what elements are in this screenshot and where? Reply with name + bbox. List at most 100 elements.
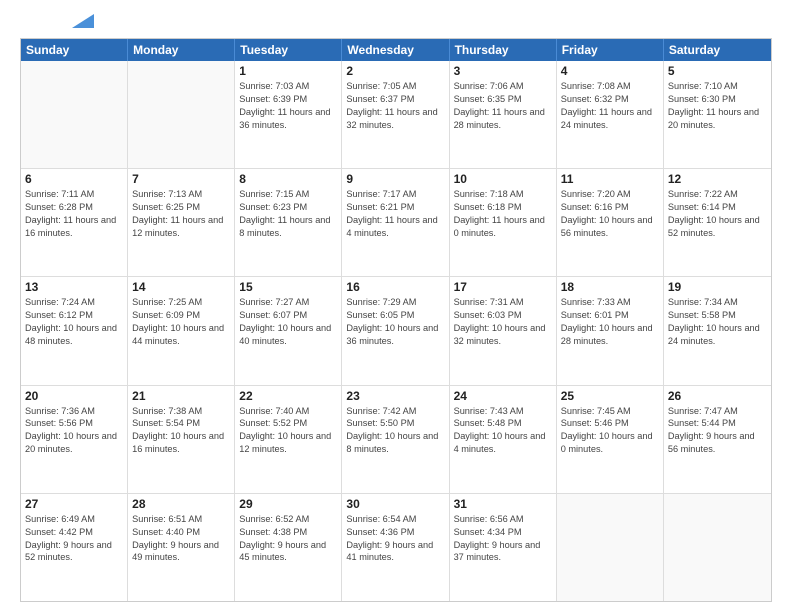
day-number: 16 — [346, 280, 444, 294]
cell-text: Sunrise: 7:08 AMSunset: 6:32 PMDaylight:… — [561, 80, 659, 132]
day-number: 1 — [239, 64, 337, 78]
week-row-2: 6 Sunrise: 7:11 AMSunset: 6:28 PMDaylight… — [21, 168, 771, 276]
cell-text: Sunrise: 7:25 AMSunset: 6:09 PMDaylight:… — [132, 296, 230, 348]
day-cell-12: 12 Sunrise: 7:22 AMSunset: 6:14 PMDayligh… — [664, 169, 771, 276]
cell-text: Sunrise: 7:33 AMSunset: 6:01 PMDaylight:… — [561, 296, 659, 348]
cell-text: Sunrise: 7:15 AMSunset: 6:23 PMDaylight:… — [239, 188, 337, 240]
day-number: 22 — [239, 389, 337, 403]
cell-text: Sunrise: 7:22 AMSunset: 6:14 PMDaylight:… — [668, 188, 767, 240]
cell-text: Sunrise: 7:43 AMSunset: 5:48 PMDaylight:… — [454, 405, 552, 457]
day-number: 20 — [25, 389, 123, 403]
day-cell-10: 10Sunrise: 7:18 AMSunset: 6:18 PMDayligh… — [450, 169, 557, 276]
day-cell-23: 23 Sunrise: 7:42 AMSunset: 5:50 PMDayligh… — [342, 386, 449, 493]
cell-text: Sunrise: 7:27 AMSunset: 6:07 PMDaylight:… — [239, 296, 337, 348]
day-cell-1: 1 Sunrise: 7:03 AMSunset: 6:39 PMDaylight… — [235, 61, 342, 168]
day-number: 25 — [561, 389, 659, 403]
day-number: 14 — [132, 280, 230, 294]
cell-text: Sunrise: 7:13 AMSunset: 6:25 PMDaylight:… — [132, 188, 230, 240]
day-number: 31 — [454, 497, 552, 511]
cell-text: Sunrise: 7:36 AMSunset: 5:56 PMDaylight:… — [25, 405, 123, 457]
day-number: 2 — [346, 64, 444, 78]
day-cell-21: 21Sunrise: 7:38 AMSunset: 5:54 PMDayligh… — [128, 386, 235, 493]
day-cell-7: 7 Sunrise: 7:13 AMSunset: 6:25 PMDaylight… — [128, 169, 235, 276]
day-cell-24: 24Sunrise: 7:43 AMSunset: 5:48 PMDayligh… — [450, 386, 557, 493]
header-cell-friday: Friday — [557, 39, 664, 61]
day-cell-31: 31 Sunrise: 6:56 AMSunset: 4:34 PMDayligh… — [450, 494, 557, 601]
cell-text: Sunrise: 7:10 AMSunset: 6:30 PMDaylight:… — [668, 80, 767, 132]
week-row-5: 27 Sunrise: 6:49 AMSunset: 4:42 PMDayligh… — [21, 493, 771, 601]
logo-arrow-icon — [72, 14, 94, 28]
day-cell-26: 26 Sunrise: 7:47 AMSunset: 5:44 PMDayligh… — [664, 386, 771, 493]
cell-text: Sunrise: 6:49 AMSunset: 4:42 PMDaylight:… — [25, 513, 123, 565]
day-cell-20: 20 Sunrise: 7:36 AMSunset: 5:56 PMDayligh… — [21, 386, 128, 493]
day-number: 15 — [239, 280, 337, 294]
day-cell-19: 19 Sunrise: 7:34 AMSunset: 5:58 PMDayligh… — [664, 277, 771, 384]
day-number: 9 — [346, 172, 444, 186]
day-number: 19 — [668, 280, 767, 294]
day-number: 4 — [561, 64, 659, 78]
day-number: 7 — [132, 172, 230, 186]
day-cell-6: 6 Sunrise: 7:11 AMSunset: 6:28 PMDaylight… — [21, 169, 128, 276]
day-cell-30: 30Sunrise: 6:54 AMSunset: 4:36 PMDayligh… — [342, 494, 449, 601]
cell-text: Sunrise: 7:29 AMSunset: 6:05 PMDaylight:… — [346, 296, 444, 348]
day-number: 12 — [668, 172, 767, 186]
header-cell-thursday: Thursday — [450, 39, 557, 61]
day-cell-4: 4 Sunrise: 7:08 AMSunset: 6:32 PMDaylight… — [557, 61, 664, 168]
day-number: 3 — [454, 64, 552, 78]
cell-text: Sunrise: 7:17 AMSunset: 6:21 PMDaylight:… — [346, 188, 444, 240]
empty-cell — [664, 494, 771, 601]
day-cell-8: 8 Sunrise: 7:15 AMSunset: 6:23 PMDaylight… — [235, 169, 342, 276]
cell-text: Sunrise: 7:42 AMSunset: 5:50 PMDaylight:… — [346, 405, 444, 457]
calendar: SundayMondayTuesdayWednesdayThursdayFrid… — [20, 38, 772, 602]
day-cell-16: 16 Sunrise: 7:29 AMSunset: 6:05 PMDayligh… — [342, 277, 449, 384]
week-row-3: 13Sunrise: 7:24 AMSunset: 6:12 PMDayligh… — [21, 276, 771, 384]
cell-text: Sunrise: 7:18 AMSunset: 6:18 PMDaylight:… — [454, 188, 552, 240]
day-cell-13: 13Sunrise: 7:24 AMSunset: 6:12 PMDayligh… — [21, 277, 128, 384]
day-cell-15: 15 Sunrise: 7:27 AMSunset: 6:07 PMDayligh… — [235, 277, 342, 384]
empty-cell — [557, 494, 664, 601]
cell-text: Sunrise: 7:11 AMSunset: 6:28 PMDaylight:… — [25, 188, 123, 240]
cell-text: Sunrise: 7:38 AMSunset: 5:54 PMDaylight:… — [132, 405, 230, 457]
cell-text: Sunrise: 7:31 AMSunset: 6:03 PMDaylight:… — [454, 296, 552, 348]
cell-text: Sunrise: 6:56 AMSunset: 4:34 PMDaylight:… — [454, 513, 552, 565]
day-cell-28: 28 Sunrise: 6:51 AMSunset: 4:40 PMDayligh… — [128, 494, 235, 601]
day-cell-2: 2 Sunrise: 7:05 AMSunset: 6:37 PMDaylight… — [342, 61, 449, 168]
day-number: 27 — [25, 497, 123, 511]
day-number: 8 — [239, 172, 337, 186]
day-number: 23 — [346, 389, 444, 403]
header-cell-monday: Monday — [128, 39, 235, 61]
day-number: 13 — [25, 280, 123, 294]
day-cell-25: 25 Sunrise: 7:45 AMSunset: 5:46 PMDayligh… — [557, 386, 664, 493]
day-number: 5 — [668, 64, 767, 78]
cell-text: Sunrise: 7:47 AMSunset: 5:44 PMDaylight:… — [668, 405, 767, 457]
calendar-header-row: SundayMondayTuesdayWednesdayThursdayFrid… — [21, 39, 771, 61]
cell-text: Sunrise: 6:51 AMSunset: 4:40 PMDaylight:… — [132, 513, 230, 565]
cell-text: Sunrise: 7:05 AMSunset: 6:37 PMDaylight:… — [346, 80, 444, 132]
day-number: 11 — [561, 172, 659, 186]
day-cell-9: 9 Sunrise: 7:17 AMSunset: 6:21 PMDaylight… — [342, 169, 449, 276]
week-row-1: 1 Sunrise: 7:03 AMSunset: 6:39 PMDaylight… — [21, 61, 771, 168]
day-number: 6 — [25, 172, 123, 186]
day-cell-17: 17Sunrise: 7:31 AMSunset: 6:03 PMDayligh… — [450, 277, 557, 384]
header-cell-saturday: Saturday — [664, 39, 771, 61]
day-number: 30 — [346, 497, 444, 511]
cell-text: Sunrise: 7:06 AMSunset: 6:35 PMDaylight:… — [454, 80, 552, 132]
day-number: 28 — [132, 497, 230, 511]
cell-text: Sunrise: 7:20 AMSunset: 6:16 PMDaylight:… — [561, 188, 659, 240]
day-cell-5: 5 Sunrise: 7:10 AMSunset: 6:30 PMDaylight… — [664, 61, 771, 168]
header-cell-tuesday: Tuesday — [235, 39, 342, 61]
day-number: 26 — [668, 389, 767, 403]
cell-text: Sunrise: 6:52 AMSunset: 4:38 PMDaylight:… — [239, 513, 337, 565]
day-cell-3: 3 Sunrise: 7:06 AMSunset: 6:35 PMDaylight… — [450, 61, 557, 168]
day-cell-14: 14 Sunrise: 7:25 AMSunset: 6:09 PMDayligh… — [128, 277, 235, 384]
day-number: 18 — [561, 280, 659, 294]
day-cell-22: 22Sunrise: 7:40 AMSunset: 5:52 PMDayligh… — [235, 386, 342, 493]
empty-cell — [21, 61, 128, 168]
calendar-page: SundayMondayTuesdayWednesdayThursdayFrid… — [0, 0, 792, 612]
empty-cell — [128, 61, 235, 168]
cell-text: Sunrise: 7:34 AMSunset: 5:58 PMDaylight:… — [668, 296, 767, 348]
week-row-4: 20 Sunrise: 7:36 AMSunset: 5:56 PMDayligh… — [21, 385, 771, 493]
cell-text: Sunrise: 7:45 AMSunset: 5:46 PMDaylight:… — [561, 405, 659, 457]
cell-text: Sunrise: 7:03 AMSunset: 6:39 PMDaylight:… — [239, 80, 337, 132]
header — [20, 16, 772, 28]
